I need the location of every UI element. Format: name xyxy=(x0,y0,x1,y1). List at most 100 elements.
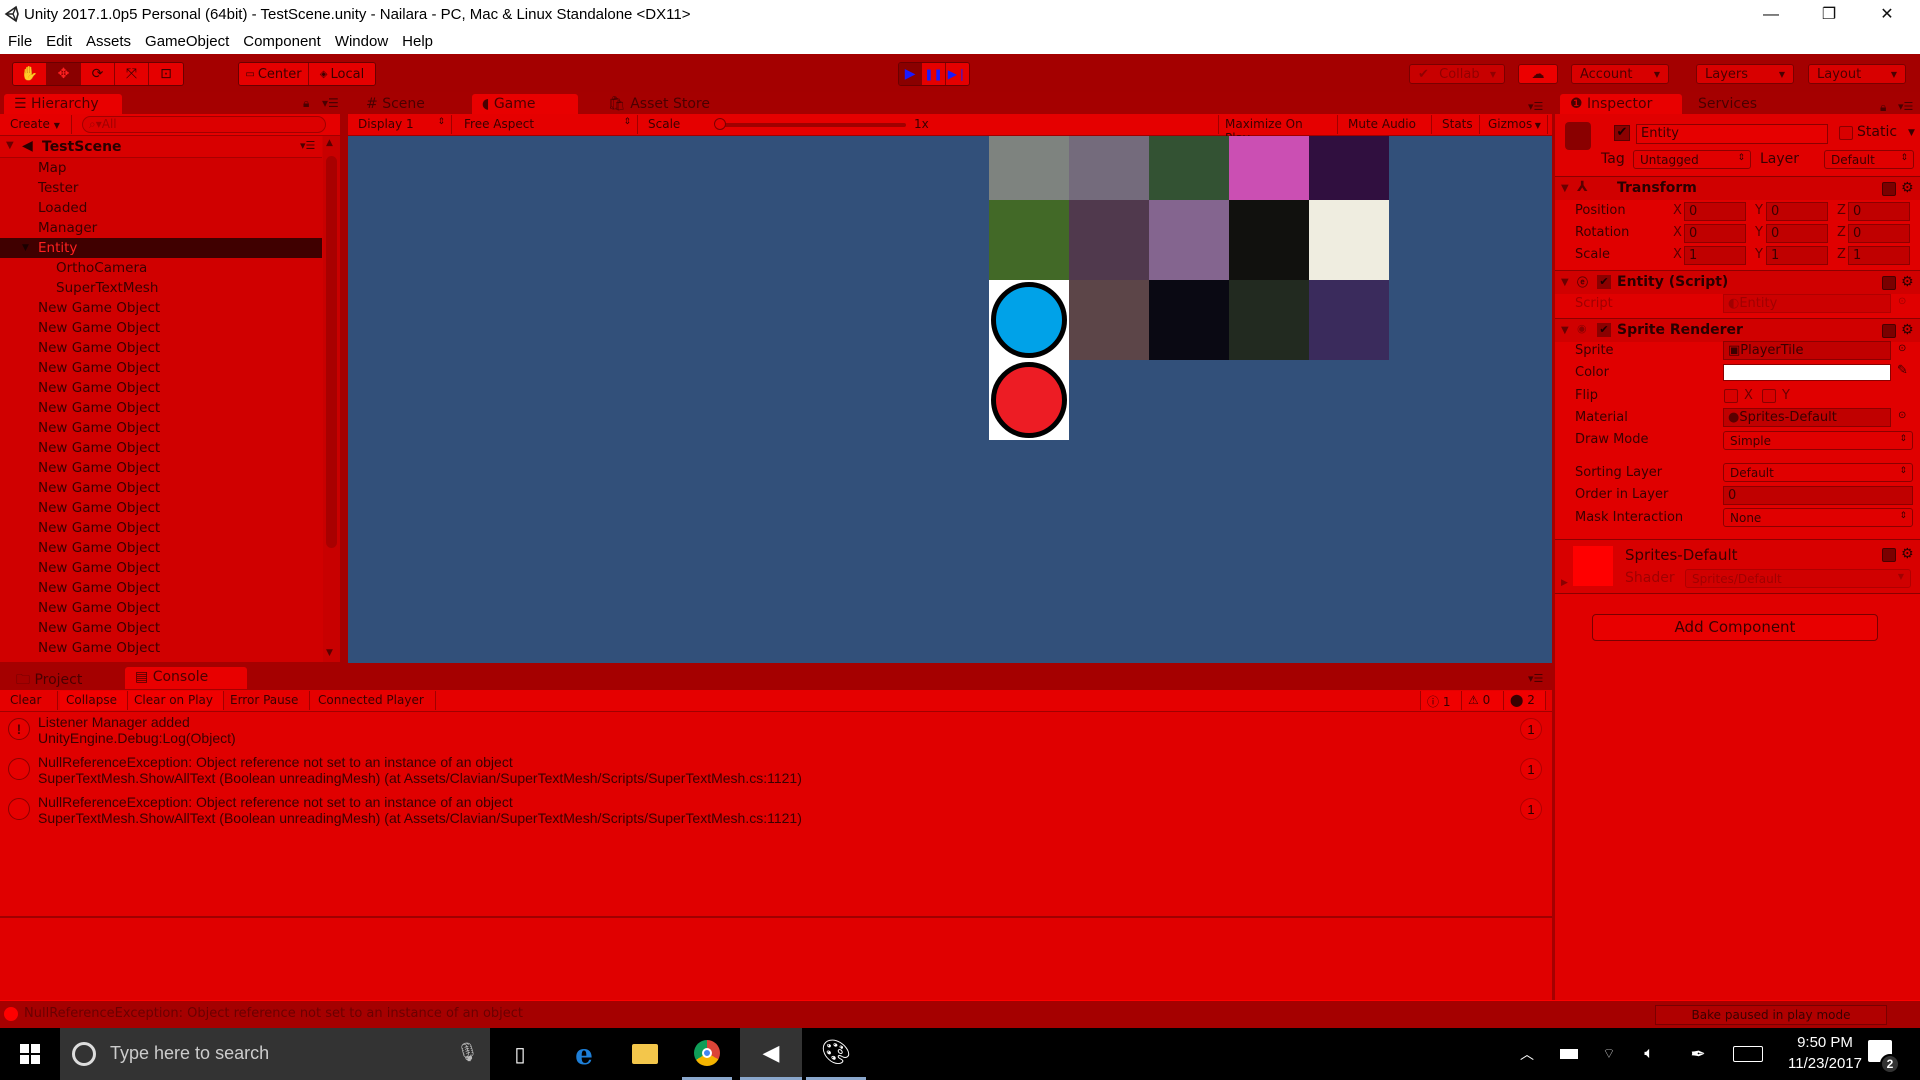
tab-game[interactable]: ◖ Game xyxy=(472,94,578,116)
hierarchy-item[interactable]: New Game Object xyxy=(0,298,322,318)
flip-x-checkbox[interactable] xyxy=(1724,389,1738,403)
tab-project[interactable]: 🗀 Project xyxy=(6,667,116,689)
layer-dropdown[interactable]: Default ⇕ xyxy=(1824,150,1914,169)
shader-dropdown[interactable]: Sprites/Default ▼ xyxy=(1685,569,1911,588)
clear-button[interactable]: Clear xyxy=(4,691,58,710)
static-dropdown-icon[interactable]: ▼ xyxy=(1908,128,1915,138)
panel-menu-icon[interactable]: ▾☰ xyxy=(1898,100,1913,113)
hierarchy-item[interactable]: New Game Object xyxy=(0,518,322,538)
status-message[interactable]: NullReferenceException: Object reference… xyxy=(24,1006,523,1021)
panel-splitter[interactable] xyxy=(1552,663,1555,1000)
panel-menu-icon[interactable]: ▾☰ xyxy=(1528,100,1543,113)
collab-button[interactable]: ✔ Collab ▼ xyxy=(1409,64,1505,84)
expand-triangle-icon[interactable]: ▶ xyxy=(1561,578,1568,588)
lock-icon[interactable]: 🔒︎ xyxy=(303,96,309,111)
pivot-center-button[interactable]: ▭ Center xyxy=(239,63,309,85)
collapse-toggle[interactable]: Collapse xyxy=(60,691,128,710)
gear-icon[interactable]: ⚙ xyxy=(1901,546,1914,562)
hierarchy-item[interactable]: New Game Object xyxy=(0,418,322,438)
order-in-layer-field[interactable]: 0 xyxy=(1723,486,1913,505)
collapse-triangle-icon[interactable]: ▼ xyxy=(1561,325,1569,336)
step-button[interactable]: ▶❘ xyxy=(945,63,969,85)
tab-hierarchy[interactable]: ☰ Hierarchy xyxy=(4,94,122,116)
hierarchy-item[interactable]: New Game Object xyxy=(0,578,322,598)
transform-x-field[interactable]: 0 xyxy=(1684,202,1746,221)
tag-dropdown[interactable]: Untagged ⇕ xyxy=(1633,150,1751,169)
mask-interaction-dropdown[interactable]: None ⇕ xyxy=(1723,508,1913,527)
pause-button[interactable]: ❚❚ xyxy=(922,63,946,85)
hierarchy-item[interactable]: New Game Object xyxy=(0,558,322,578)
show-hidden-icons-button[interactable]: ︿ xyxy=(1512,1028,1542,1080)
start-button[interactable] xyxy=(0,1028,60,1080)
mute-audio-toggle[interactable]: Mute Audio xyxy=(1342,115,1432,134)
menu-component[interactable]: Component xyxy=(235,30,327,50)
clear-on-play-toggle[interactable]: Clear on Play xyxy=(128,691,224,710)
transform-z-field[interactable]: 1 xyxy=(1848,246,1910,265)
hierarchy-item[interactable]: New Game Object xyxy=(0,498,322,518)
create-dropdown[interactable]: Create ▼ xyxy=(4,115,72,134)
object-picker-icon[interactable]: ⊙ xyxy=(1898,296,1906,307)
hierarchy-item[interactable]: New Game Object xyxy=(0,618,322,638)
tab-asset-store[interactable]: 🛍︎ Asset Store xyxy=(598,94,738,116)
minimize-button[interactable]: — xyxy=(1742,0,1800,30)
menu-assets[interactable]: Assets xyxy=(78,30,137,50)
tab-scene[interactable]: # Scene xyxy=(356,94,466,116)
scale-slider-thumb[interactable] xyxy=(714,118,726,130)
menu-window[interactable]: Window xyxy=(327,30,394,50)
tab-console[interactable]: ▤ Console xyxy=(125,667,247,689)
hierarchy-item[interactable]: New Game Object xyxy=(0,438,322,458)
panel-menu-icon[interactable]: ▾☰ xyxy=(322,96,339,110)
menu-gameobject[interactable]: GameObject xyxy=(137,30,235,50)
menu-help[interactable]: Help xyxy=(394,30,439,50)
error-pause-toggle[interactable]: Error Pause xyxy=(224,691,310,710)
pen-workspace-icon[interactable]: ✒ xyxy=(1680,1028,1716,1080)
flip-y-checkbox[interactable] xyxy=(1762,389,1776,403)
help-book-icon[interactable] xyxy=(1882,276,1896,290)
hierarchy-item[interactable]: New Game Object xyxy=(0,318,322,338)
hierarchy-item[interactable]: New Game Object xyxy=(0,478,322,498)
taskbar-clock[interactable]: 9:50 PM 11/23/2017 xyxy=(1772,1032,1878,1076)
hierarchy-item[interactable]: New Game Object xyxy=(0,338,322,358)
account-dropdown[interactable]: Account ▼ xyxy=(1571,64,1669,84)
task-view-button[interactable]: ▯ xyxy=(496,1028,544,1080)
hierarchy-item[interactable]: New Game Object xyxy=(0,638,322,658)
panel-menu-icon[interactable]: ▾☰ xyxy=(1528,672,1543,685)
info-filter-toggle[interactable]: ⓘ 1 xyxy=(1420,691,1462,710)
sprite-field[interactable]: ▣PlayerTile xyxy=(1723,341,1891,360)
tab-inspector[interactable]: ❶ Inspector xyxy=(1560,94,1682,116)
error-filter-toggle[interactable]: ⬤ 2 xyxy=(1504,691,1546,710)
scroll-up-icon[interactable]: ▲ xyxy=(326,138,333,148)
component-enabled-checkbox[interactable]: ✔ xyxy=(1597,275,1611,289)
expand-triangle-icon[interactable]: ▼ xyxy=(6,140,14,151)
rotate-tool-button[interactable]: ⟳ xyxy=(81,63,115,85)
close-button[interactable]: ✕ xyxy=(1858,0,1916,30)
maximize-button[interactable]: ❐ xyxy=(1800,0,1858,30)
component-enabled-checkbox[interactable]: ✔ xyxy=(1597,323,1611,337)
cloud-button[interactable]: ☁ xyxy=(1518,64,1558,84)
touch-keyboard-icon[interactable] xyxy=(1728,1028,1768,1080)
hierarchy-item[interactable]: New Game Object xyxy=(0,458,322,478)
microphone-icon[interactable]: 🎙︎ xyxy=(456,1042,479,1063)
entity-script-header[interactable]: ▼ ⓔ ✔ Entity (Script) ⚙ xyxy=(1555,270,1920,294)
scale-tool-button[interactable]: ⤧ xyxy=(115,63,149,85)
console-message[interactable]: ! Listener Manager added UnityEngine.Debug… xyxy=(0,712,1552,752)
gear-icon[interactable]: ⚙ xyxy=(1901,274,1914,290)
hierarchy-item[interactable]: Loaded xyxy=(0,198,322,218)
pivot-local-button[interactable]: ◈ Local xyxy=(309,63,375,85)
stats-toggle[interactable]: Stats xyxy=(1436,115,1480,134)
material-field[interactable]: ●Sprites-Default xyxy=(1723,408,1891,427)
taskbar-edge[interactable]: e xyxy=(560,1028,608,1080)
eyedropper-icon[interactable]: ✎ xyxy=(1897,363,1908,378)
volume-icon[interactable]: 🔈︎ xyxy=(1634,1028,1664,1080)
transform-y-field[interactable]: 0 xyxy=(1766,224,1828,243)
scene-menu-icon[interactable]: ▾☰ xyxy=(300,139,315,152)
color-field[interactable] xyxy=(1723,364,1891,381)
taskbar-search-box[interactable]: Type here to search 🎙︎ xyxy=(60,1028,490,1080)
play-button[interactable]: ▶ xyxy=(899,63,923,85)
taskbar-file-explorer[interactable] xyxy=(620,1028,670,1080)
taskbar-chrome[interactable] xyxy=(682,1028,732,1080)
hierarchy-scrollbar[interactable]: ▲ ▼ xyxy=(323,136,340,662)
help-book-icon[interactable] xyxy=(1882,324,1896,338)
collapse-triangle-icon[interactable]: ▼ xyxy=(1561,277,1569,288)
lock-icon[interactable]: 🔒︎ xyxy=(1880,100,1886,115)
